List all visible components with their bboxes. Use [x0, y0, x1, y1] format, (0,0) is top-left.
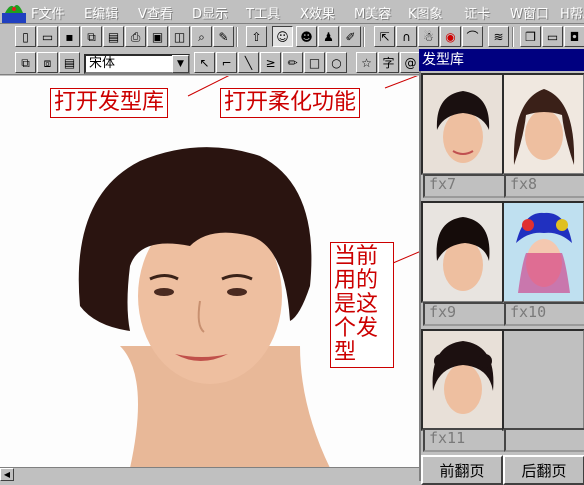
menu-view[interactable]: V查看	[138, 3, 173, 22]
app-logo-icon	[2, 5, 26, 23]
curve-icon[interactable]: ⌒	[462, 26, 483, 47]
menu-bar: F文件 E编辑 V查看 D显示 T工具 X效果 M美容 K图象 证卡 W窗口 H…	[0, 0, 584, 24]
thumb-label-fx8: fx8	[504, 174, 584, 198]
ellipse-icon[interactable]: ○	[326, 52, 347, 73]
hairstyle-thumb-fx9[interactable]	[421, 201, 504, 303]
new-file-icon[interactable]: ▯	[15, 26, 36, 47]
copy-layer-icon[interactable]: ⧉	[15, 52, 36, 73]
thumb-label-fx10: fx10	[504, 302, 584, 326]
brush-icon[interactable]: ✎	[213, 26, 234, 47]
callout-current-hairstyle: 当前 用的 是这 个发 型	[330, 242, 394, 368]
panel-title: 发型库	[419, 49, 584, 71]
menu-beauty[interactable]: M美容	[354, 3, 391, 22]
menu-tools[interactable]: T工具	[246, 3, 280, 22]
scroll-left-icon[interactable]: ◀	[0, 468, 14, 481]
horizontal-scrollbar[interactable]	[0, 467, 419, 481]
spiral-icon[interactable]: @	[400, 52, 421, 73]
rectangle-icon[interactable]: □	[304, 52, 325, 73]
thumb-label-fx7: fx7	[423, 174, 507, 198]
callout-open-hairstyle-library: 打开发型库	[50, 88, 169, 118]
paste-layer-icon[interactable]: ⧈	[37, 52, 58, 73]
hairstyle-thumb-empty[interactable]	[502, 329, 584, 431]
menu-help[interactable]: H帮助	[560, 3, 584, 22]
crop-icon[interactable]: ⌐	[216, 52, 237, 73]
zoom-icon[interactable]: ⌕	[191, 26, 212, 47]
layers-icon[interactable]: ❐	[520, 26, 541, 47]
hairstyle-thumb-fx11[interactable]	[421, 329, 504, 431]
menu-window[interactable]: W窗口	[510, 3, 549, 22]
polyline-icon[interactable]: ≥	[260, 52, 281, 73]
line-icon[interactable]: ╲	[238, 52, 259, 73]
face-icon[interactable]: ☻	[296, 26, 317, 47]
hairstyle-thumb-fx10[interactable]	[502, 201, 584, 303]
hairstyle-library-icon[interactable]: ☺	[272, 26, 293, 47]
pencil-icon[interactable]: ✏	[282, 52, 303, 73]
menu-image[interactable]: K图象	[408, 3, 443, 22]
camera-icon[interactable]: ◘	[564, 26, 584, 47]
hairstyle-thumb-fx7[interactable]	[421, 73, 504, 175]
star-icon[interactable]: ☆	[356, 52, 377, 73]
up-arrow-icon[interactable]: ⇧	[246, 26, 267, 47]
portrait-icon[interactable]: ☃	[418, 26, 439, 47]
menu-effects[interactable]: X效果	[300, 3, 335, 22]
silhouette-icon[interactable]: ♟	[318, 26, 339, 47]
arch-icon[interactable]: ∩	[396, 26, 417, 47]
frame-icon[interactable]: ▭	[542, 26, 563, 47]
monitor-icon[interactable]: ▣	[147, 26, 168, 47]
menu-edit[interactable]: E编辑	[84, 3, 118, 22]
paste-icon[interactable]: ▤	[103, 26, 124, 47]
display-icon[interactable]: ◫	[169, 26, 190, 47]
menu-display[interactable]: D显示	[192, 3, 228, 22]
thumb-label-fx9: fx9	[423, 302, 507, 326]
save-icon[interactable]: ▪	[59, 26, 80, 47]
export-icon[interactable]: ⇱	[374, 26, 395, 47]
soften-icon[interactable]: ≋	[488, 26, 509, 47]
menu-id-card[interactable]: 证卡	[464, 3, 490, 22]
text-tool-icon[interactable]: 字	[378, 52, 399, 73]
open-file-icon[interactable]: ▭	[37, 26, 58, 47]
print-icon[interactable]: ⎙	[125, 26, 146, 47]
chevron-down-icon[interactable]: ▼	[172, 55, 189, 73]
pointer-icon[interactable]: ↖	[194, 52, 215, 73]
thumb-label-fx11: fx11	[423, 428, 507, 452]
callout-open-softening: 打开柔化功能	[220, 88, 361, 118]
lips-icon[interactable]: ◉	[440, 26, 461, 47]
standard-toolbar: ▯ ▭ ▪ ⧉ ▤ ⎙ ▣ ◫ ⌕ ✎ ⇧ ☺ ☻ ♟ ✐ ⇱ ∩ ☃ ◉ ⌒ …	[0, 25, 584, 49]
menu-file[interactable]: F文件	[31, 3, 65, 22]
copy-icon[interactable]: ⧉	[81, 26, 102, 47]
paint-icon[interactable]: ✐	[340, 26, 361, 47]
hairstyle-thumb-fx8[interactable]	[502, 73, 584, 175]
thumb-label-empty	[504, 428, 584, 452]
image-canvas[interactable]: 打开发型库 打开柔化功能 当前 用的 是这 个发 型	[0, 76, 419, 468]
page-icon[interactable]: ▤	[59, 52, 80, 73]
